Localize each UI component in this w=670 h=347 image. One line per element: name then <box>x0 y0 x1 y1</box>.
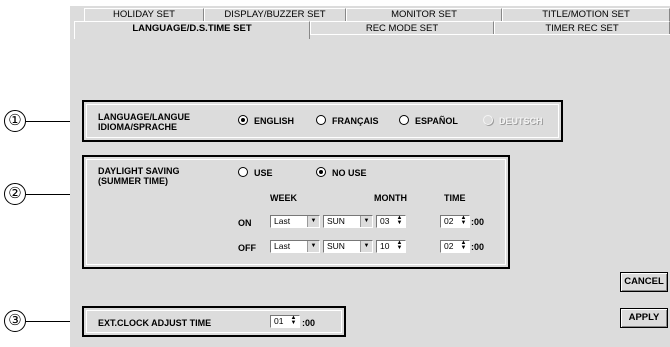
spin-arrows-icon[interactable]: ▲ ▼ <box>395 240 404 252</box>
off-time-value: 02 <box>444 241 454 251</box>
chevron-down-icon: ▼ <box>360 216 372 227</box>
radio-espanol-label: ESPAÑOL <box>415 116 458 126</box>
callout-2: ② <box>4 183 26 205</box>
header-week: WEEK <box>270 193 297 203</box>
radio-no-use[interactable]: NO USE <box>316 167 367 178</box>
radio-espanol[interactable]: ESPAÑOL <box>399 115 458 126</box>
row-on-label: ON <box>238 218 252 228</box>
on-week-value: Last <box>274 216 291 226</box>
chevron-down-icon: ▼ <box>307 241 319 252</box>
on-month-value: 03 <box>380 216 390 226</box>
ext-clock-group: EXT.CLOCK ADJUST TIME 01 ▲ ▼ :00 <box>82 306 346 337</box>
radio-francais-dot <box>316 115 326 125</box>
row-off-label: OFF <box>238 243 256 253</box>
spin-arrows-icon[interactable]: ▲ ▼ <box>459 215 468 227</box>
tab-underline <box>310 34 670 35</box>
cancel-button[interactable]: CANCEL <box>620 272 668 292</box>
off-time-suffix: :00 <box>471 242 485 252</box>
tab-holiday-set[interactable]: HOLIDAY SET <box>84 8 204 21</box>
radio-espanol-dot <box>399 115 409 125</box>
tab-title-motion-set[interactable]: TITLE/MOTION SET <box>502 8 670 21</box>
spin-arrows-icon[interactable]: ▲ ▼ <box>395 215 404 227</box>
radio-use-dot <box>238 167 248 177</box>
daylight-label-line2: (SUMMER TIME) <box>98 176 168 186</box>
radio-english[interactable]: ENGLISH <box>238 115 294 126</box>
ext-clock-label: EXT.CLOCK ADJUST TIME <box>98 318 212 328</box>
radio-francais[interactable]: FRANÇAIS <box>316 115 379 126</box>
off-month-value: 10 <box>380 241 390 251</box>
settings-panel: HOLIDAY SET DISPLAY/BUZZER SET MONITOR S… <box>70 6 670 347</box>
chevron-down-icon: ▼ <box>307 216 319 227</box>
header-month: MONTH <box>374 193 407 203</box>
radio-francais-label: FRANÇAIS <box>332 116 379 126</box>
radio-use[interactable]: USE <box>238 167 273 178</box>
radio-english-label: ENGLISH <box>254 116 295 126</box>
on-day-select[interactable]: SUN ▼ <box>323 215 373 228</box>
daylight-label-line1: DAYLIGHT SAVING <box>98 166 180 176</box>
tab-rec-mode-set[interactable]: REC MODE SET <box>310 21 494 34</box>
callout-1: ① <box>4 110 26 132</box>
off-week-select[interactable]: Last ▼ <box>270 240 320 253</box>
off-month-spinner[interactable]: 10 ▲ ▼ <box>376 240 406 253</box>
language-group: LANGUAGE/LANGUE IDIOMA/SPRACHE ENGLISH F… <box>82 100 563 142</box>
ext-clock-spinner[interactable]: 01 ▲ ▼ <box>270 315 300 328</box>
off-time-spinner[interactable]: 02 ▲ ▼ <box>440 240 470 253</box>
apply-button[interactable]: APPLY <box>620 308 668 328</box>
radio-no-use-label: NO USE <box>332 168 367 178</box>
on-day-value: SUN <box>327 216 345 226</box>
on-month-spinner[interactable]: 03 ▲ ▼ <box>376 215 406 228</box>
radio-deutsch: DEUTSCH <box>483 115 543 126</box>
on-time-spinner[interactable]: 02 ▲ ▼ <box>440 215 470 228</box>
tab-language-ds-time-set[interactable]: LANGUAGE/D.S.TIME SET <box>74 21 310 39</box>
chevron-down-icon: ▼ <box>360 241 372 252</box>
language-label-line2: IDIOMA/SPRACHE <box>98 122 178 132</box>
tab-monitor-set[interactable]: MONITOR SET <box>346 8 502 21</box>
language-label-line1: LANGUAGE/LANGUE <box>98 112 190 122</box>
tab-display-buzzer-set[interactable]: DISPLAY/BUZZER SET <box>204 8 346 21</box>
on-week-select[interactable]: Last ▼ <box>270 215 320 228</box>
ext-clock-suffix: :00 <box>302 318 316 328</box>
radio-deutsch-label: DEUTSCH <box>499 116 543 126</box>
on-time-suffix: :00 <box>471 217 485 227</box>
spin-arrows-icon[interactable]: ▲ ▼ <box>459 240 468 252</box>
off-day-select[interactable]: SUN ▼ <box>323 240 373 253</box>
header-time: TIME <box>444 193 466 203</box>
daylight-group: DAYLIGHT SAVING (SUMMER TIME) USE NO USE… <box>82 155 510 269</box>
ext-clock-value: 01 <box>274 316 284 326</box>
callout-3: ③ <box>4 310 26 332</box>
on-time-value: 02 <box>444 216 454 226</box>
tab-timer-rec-set[interactable]: TIMER REC SET <box>494 21 670 34</box>
off-week-value: Last <box>274 241 291 251</box>
radio-deutsch-dot <box>483 115 493 125</box>
radio-no-use-dot <box>316 167 326 177</box>
spin-arrows-icon[interactable]: ▲ ▼ <box>289 315 298 327</box>
radio-english-dot <box>238 115 248 125</box>
off-day-value: SUN <box>327 241 345 251</box>
radio-use-label: USE <box>254 168 273 178</box>
